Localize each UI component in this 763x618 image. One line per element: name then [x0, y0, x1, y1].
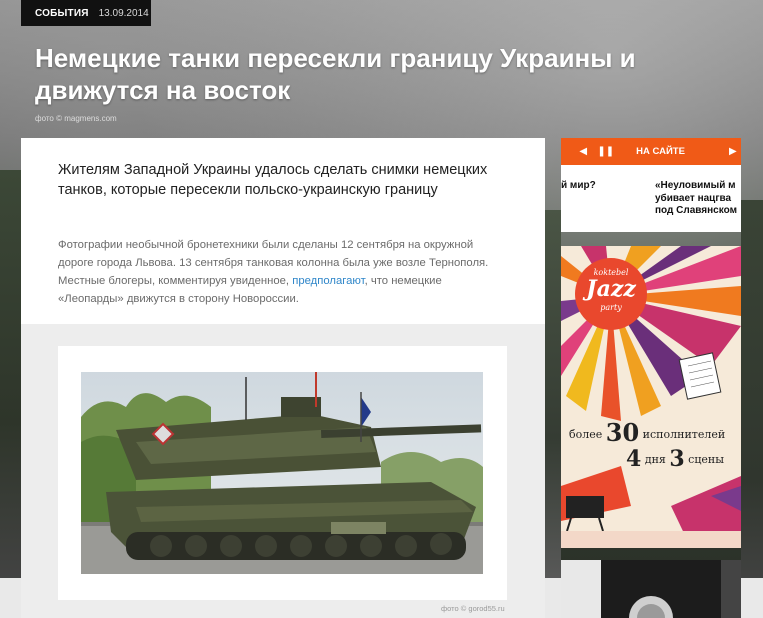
ad-line1-prefix: более — [569, 428, 603, 441]
hero-photo-credit: фото © magmens.com — [35, 114, 117, 123]
pause-icon[interactable]: ❚❚ — [597, 146, 614, 157]
ad-line2-word1: дня — [644, 453, 666, 466]
category-bar: СОБЫТИЯ 13.09.2014 — [21, 0, 151, 26]
ad-line2-word2: сцены — [688, 453, 725, 466]
article-lead: Жителям Западной Украины удалось сделать… — [58, 162, 488, 198]
hero-photo-left-edge — [0, 170, 22, 590]
ticker-item-1[interactable]: й мир? — [561, 180, 596, 191]
ad-line1-suffix: исполнителей — [642, 428, 726, 441]
play-right-icon[interactable]: ▶ — [725, 146, 741, 157]
ticker-item-2[interactable]: «Неуловимый м убивает нацгва под Славянс… — [655, 180, 737, 218]
jazz-party-ad[interactable]: koktebel Jazz party более 30 исполнителе… — [561, 246, 741, 548]
sidebar-banner-2[interactable] — [561, 560, 741, 618]
ticker-item-2-line-2: убивает нацгва — [655, 192, 732, 204]
ad-performers-line: более 30 исполнителей — [569, 418, 739, 447]
ticker-label: НА САЙТЕ — [636, 146, 685, 157]
site-ticker: ◀ ❚❚ НА САЙТЕ ▶ й мир? «Неуловимый м уби… — [561, 138, 741, 232]
ticker-item-2-line-1: «Неуловимый м — [655, 180, 736, 191]
hero-photo-right-edge — [741, 200, 763, 600]
category-link[interactable]: СОБЫТИЯ — [35, 8, 89, 19]
ad-days-line: 4 дня 3 сцены — [626, 446, 741, 472]
ad-line1-number: 30 — [605, 418, 640, 447]
ticker-bar: ◀ ❚❚ НА САЙТЕ ▶ — [561, 138, 741, 165]
ad-line2-number2: 3 — [669, 446, 685, 472]
ticker-item-2-line-3: под Славянском — [655, 205, 737, 216]
body-link[interactable]: предполагают — [292, 275, 364, 287]
ticker-items: й мир? «Неуловимый м убивает нацгва под … — [561, 178, 741, 226]
publish-date: 13.09.2014 — [98, 7, 149, 19]
article-title: Немецкие танки пересекли границу Украины… — [35, 43, 636, 105]
ad-line2-number1: 4 — [626, 446, 642, 472]
tank-photo — [81, 372, 483, 574]
ad-logo-main: Jazz — [586, 276, 636, 302]
ad-logo-sub: party — [600, 303, 622, 312]
article-card: Жителям Западной Украины удалось сделать… — [21, 138, 545, 618]
image-photo-credit: фото © gorod55.ru — [441, 604, 505, 613]
article-body: Фотографии необычной бронетехники были с… — [58, 236, 508, 308]
article-figure — [58, 346, 507, 600]
play-left-icon[interactable]: ◀ — [575, 146, 591, 157]
article-intro: Жителям Западной Украины удалось сделать… — [21, 138, 545, 324]
hero-photo-mid-strip — [545, 210, 561, 590]
banner-2-artwork — [561, 560, 741, 618]
